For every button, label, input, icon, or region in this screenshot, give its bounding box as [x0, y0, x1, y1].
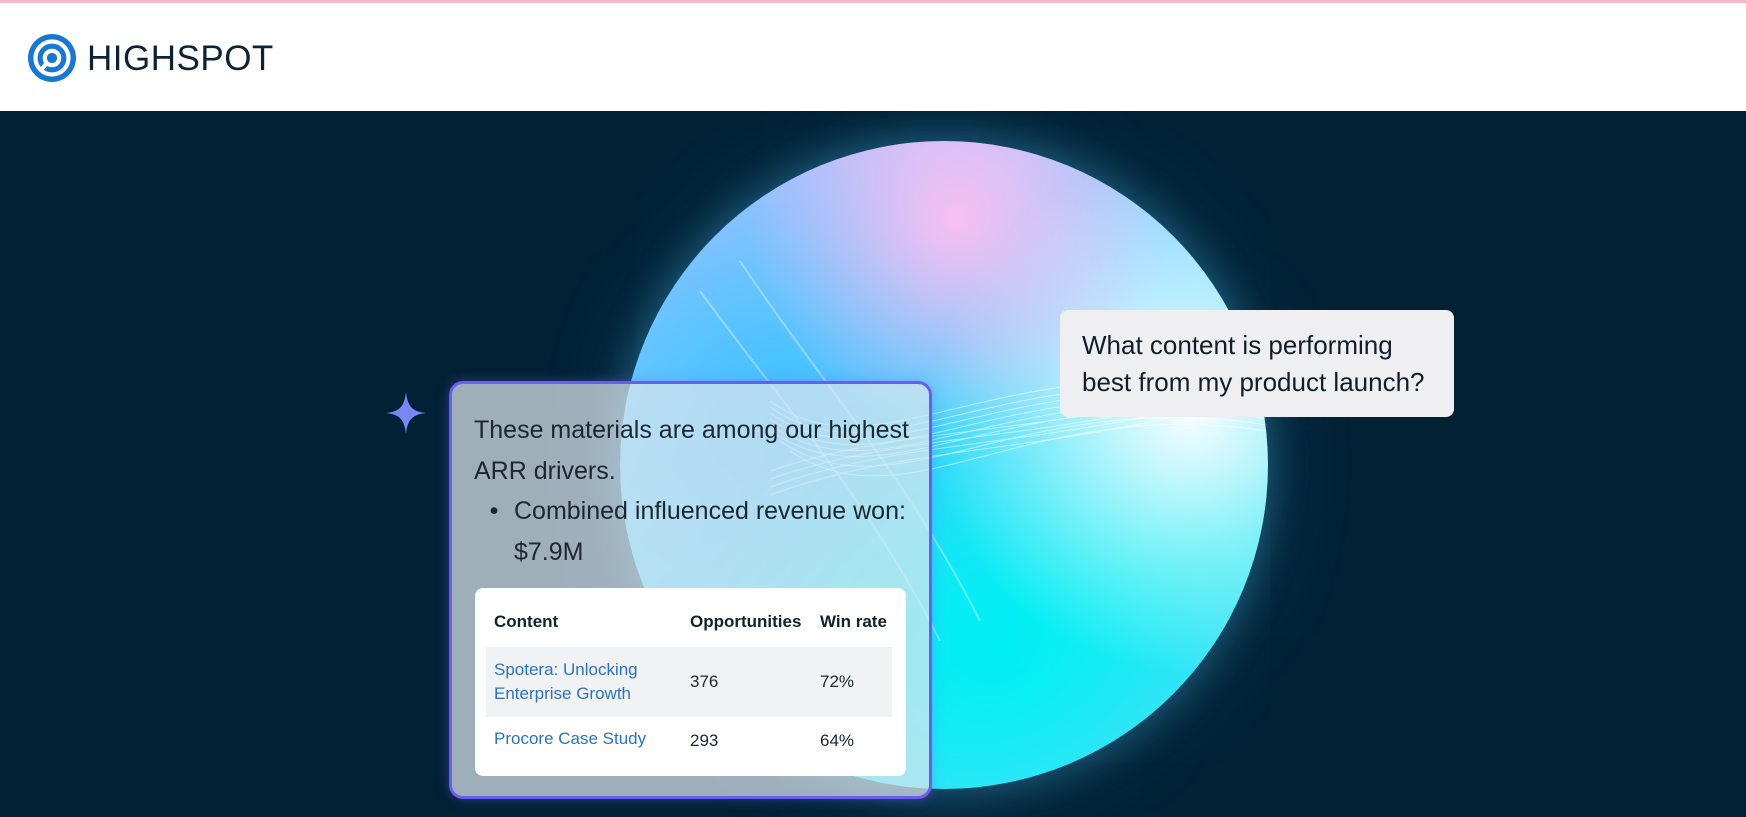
win-rate-cell: 72%: [820, 672, 855, 691]
content-link[interactable]: Spotera: Unlocking Enterprise Growth: [494, 658, 664, 706]
highspot-logo-icon: [28, 34, 76, 82]
hero-section: What content is performing best from my …: [0, 111, 1746, 817]
opportunities-cell: 293: [690, 731, 719, 750]
user-question-text: What content is performing best from my …: [1082, 330, 1425, 397]
column-header-opportunities: Opportunities: [690, 612, 802, 631]
bullet-text: Combined influenced revenue won: $7.9M: [514, 497, 906, 566]
table-row: Spotera: Unlocking Enterprise Growth 376…: [486, 647, 892, 717]
ai-answer-card: These materials are among our highest AR…: [449, 381, 932, 799]
column-header-win-rate: Win rate: [820, 612, 887, 631]
highspot-logo-link[interactable]: HIGHSPOT: [27, 32, 274, 84]
column-header-content: Content: [494, 612, 559, 631]
content-link[interactable]: Procore Case Study: [494, 727, 664, 751]
answer-intro: These materials are among our highest AR…: [474, 416, 909, 485]
table-header-row: Content Opportunities Win rate: [475, 588, 906, 654]
sparkle-icon: [386, 392, 426, 434]
table-row: Procore Case Study 293 64%: [486, 717, 892, 773]
performance-table: Content Opportunities Win rate Spotera: …: [475, 588, 906, 776]
brand-name: HIGHSPOT: [87, 38, 274, 78]
opportunities-cell: 376: [690, 672, 719, 691]
user-question-bubble: What content is performing best from my …: [1060, 310, 1454, 417]
site-header: HIGHSPOT: [0, 3, 1746, 111]
win-rate-cell: 64%: [820, 731, 855, 750]
answer-bullet-item: • Combined influenced revenue won: $7.9M: [474, 491, 914, 573]
bullet-dot: •: [489, 497, 499, 525]
